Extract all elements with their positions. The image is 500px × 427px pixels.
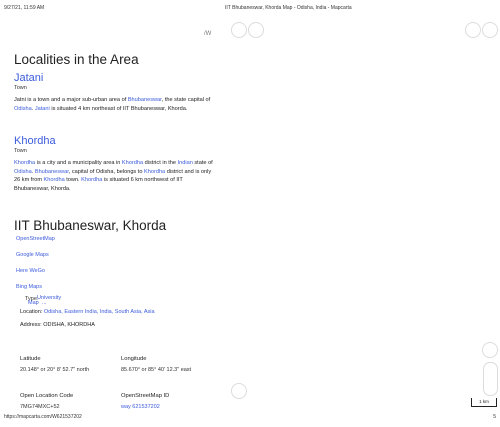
- openstreetmap-link[interactable]: OpenStreetMap: [16, 236, 55, 242]
- desc-text: town.: [64, 177, 82, 184]
- location-label: Location:: [20, 309, 43, 315]
- desc-text: , the state capital of: [161, 97, 211, 103]
- desc-link[interactable]: Khordha: [44, 177, 65, 183]
- locality-description: Khordha is a city and a municipality are…: [14, 159, 214, 193]
- desc-link[interactable]: Indian: [178, 160, 193, 166]
- locality-name-link[interactable]: Jatani: [14, 72, 43, 84]
- bing-maps-link[interactable]: Bing Maps: [16, 284, 42, 290]
- latitude-value: 20.148° or 20° 8' 52.7" north: [20, 367, 90, 373]
- olc-value: 7MG74MXC+52: [20, 404, 60, 410]
- print-datetime: 9/27/21, 11:59 AM: [4, 5, 45, 11]
- scale-label: 1 km: [479, 399, 489, 404]
- map-control-button[interactable]: [231, 22, 247, 38]
- map-control-button[interactable]: [482, 22, 498, 38]
- locality-type: Town: [14, 148, 27, 154]
- address-label: Address:: [20, 322, 42, 328]
- locality-name-link[interactable]: Khordha: [14, 135, 56, 147]
- place-heading: IIT Bhubaneswar, Khorda: [14, 218, 167, 233]
- desc-link[interactable]: Bhubaneswar: [128, 97, 162, 103]
- desc-text: district in the: [143, 160, 178, 166]
- here-wego-link[interactable]: Here WeGo: [16, 268, 45, 274]
- map-control-button[interactable]: [465, 22, 481, 38]
- desc-link[interactable]: Khordha: [144, 169, 165, 175]
- latitude-label: Latitude: [20, 356, 41, 362]
- osm-id-link[interactable]: way 621537202: [121, 404, 160, 410]
- desc-text: is a city and a municipality area in: [35, 160, 122, 166]
- map-scale-bar: 1 km: [471, 398, 497, 407]
- desc-link[interactable]: Jatani: [35, 106, 50, 112]
- zoom-control[interactable]: [483, 362, 498, 396]
- desc-link[interactable]: Odisha: [14, 169, 32, 175]
- locality-type: Town: [14, 85, 27, 91]
- address-line: Address: ODISHA, KHORDHA: [20, 322, 95, 328]
- google-maps-link[interactable]: Google Maps: [16, 252, 49, 258]
- print-page-title: IIT Bhubaneswar, Khorda Map - Odisha, In…: [225, 5, 352, 11]
- address-value: ODISHA, KHORDHA: [43, 322, 95, 328]
- location-line: Location: Odisha, Eastern India, India, …: [20, 309, 155, 315]
- longitude-label: Longitude: [121, 356, 147, 362]
- print-header: 9/27/21, 11:59 AM IIT Bhubaneswar, Khord…: [4, 5, 496, 15]
- map-panel[interactable]: [228, 18, 500, 414]
- location-value-link[interactable]: Odisha, Eastern India, India, South Asia…: [44, 309, 155, 315]
- map-link-overlay[interactable]: Map: [28, 300, 39, 306]
- localities-heading: Localities in the Area: [14, 52, 139, 67]
- map-control-button[interactable]: [482, 342, 498, 358]
- print-url: https://mapcarta.com/W621537202: [4, 414, 82, 420]
- osm-id-label: OpenStreetMap ID: [121, 393, 170, 399]
- collapse-toggle-icon[interactable]: /W: [204, 31, 211, 37]
- map-control-button[interactable]: [231, 383, 247, 399]
- longitude-value: 85.670° or 85° 40' 12.3" east: [121, 367, 192, 373]
- content-column: /W Localities in the Area Jatani Town Ja…: [12, 28, 227, 416]
- desc-link[interactable]: Khordha: [81, 177, 102, 183]
- desc-text: state of: [192, 160, 213, 166]
- print-footer: https://mapcarta.com/W621537202 5: [4, 414, 496, 423]
- desc-link[interactable]: Khordha: [14, 160, 35, 166]
- desc-text: is situated 4 km northeast of IIT Bhuban…: [49, 105, 188, 112]
- olc-label: Open Location Code: [20, 393, 74, 399]
- desc-text: Jatni is a town and a major sub-urban ar…: [14, 97, 128, 103]
- locality-description: Jatni is a town and a major sub-urban ar…: [14, 96, 214, 113]
- desc-text: , capital of Odisha, belongs to: [68, 168, 145, 175]
- desc-link[interactable]: Bhubaneswar: [35, 169, 69, 175]
- desc-link[interactable]: Khordha: [122, 160, 143, 166]
- desc-link[interactable]: Odisha: [14, 106, 32, 112]
- map-control-button[interactable]: [248, 22, 264, 38]
- type-value-link[interactable]: University: [37, 295, 61, 301]
- map-link-overlay-tail[interactable]: ...: [42, 300, 47, 306]
- print-page-number: 5: [493, 414, 496, 420]
